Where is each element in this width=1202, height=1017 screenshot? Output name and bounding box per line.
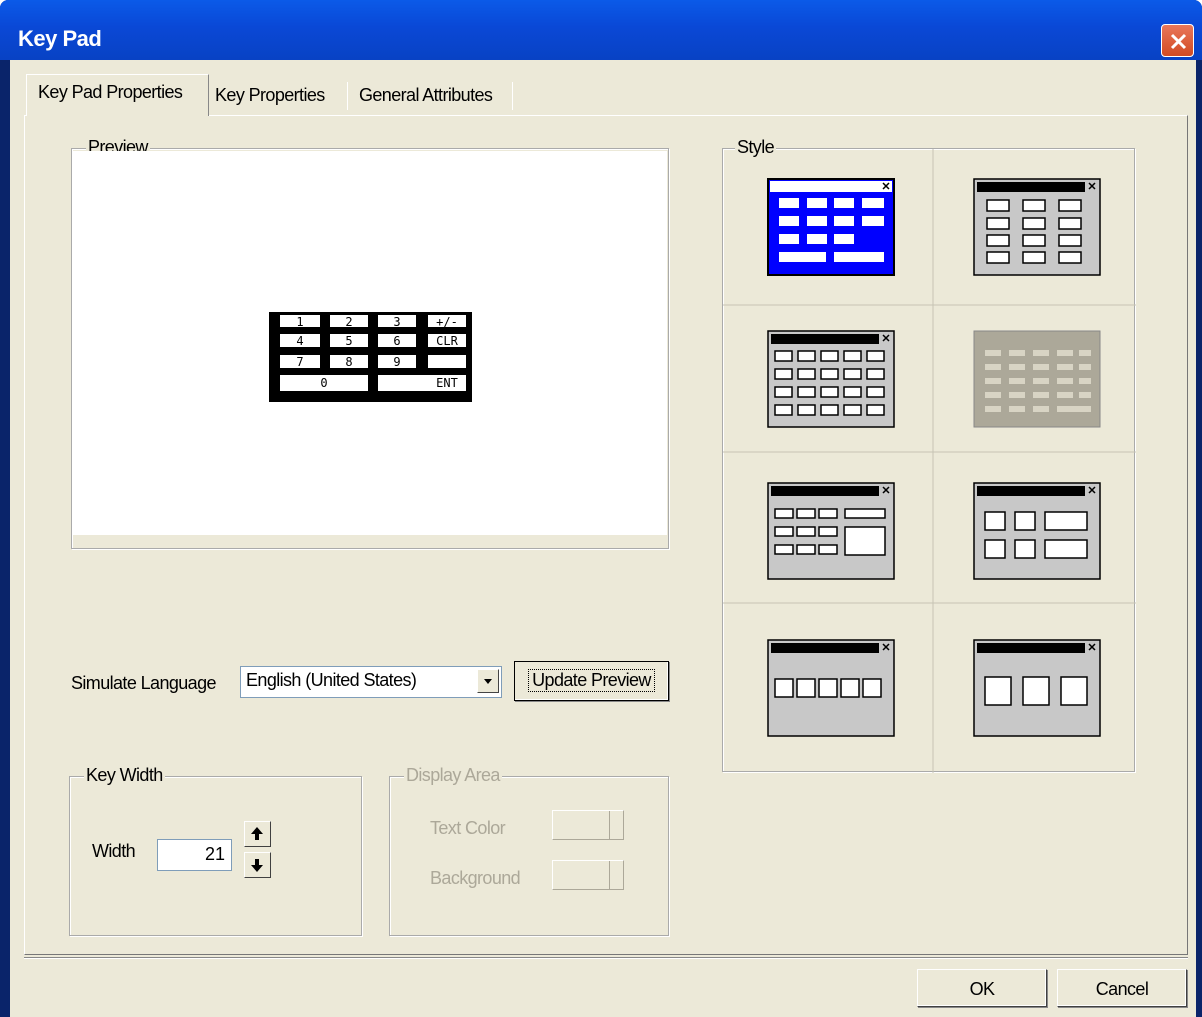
preview-key-2: 2: [345, 315, 352, 329]
tab-panel: Preview 1 2 3 +/- 4 5 6 CLR 7 8 9 0 ENT …: [24, 115, 1188, 955]
preview-key-8: 8: [345, 355, 352, 369]
close-button[interactable]: [1161, 24, 1194, 57]
key-width-legend: Key Width: [84, 765, 165, 786]
window-title: Key Pad: [18, 26, 102, 51]
key-width-group: Key Width Width 21: [69, 765, 362, 936]
cancel-button[interactable]: Cancel: [1057, 969, 1187, 1007]
width-label: Width: [92, 841, 136, 861]
width-input[interactable]: 21: [157, 839, 232, 871]
style-2-thumbnail-icon: [973, 178, 1101, 276]
update-preview-button[interactable]: Update Preview: [514, 661, 669, 701]
style-group: Style: [722, 137, 1136, 773]
update-preview-label: Update Preview: [528, 669, 655, 692]
arrow-down-icon: [251, 859, 263, 872]
preview-key-0: 0: [320, 376, 327, 390]
preview-key-4: 4: [296, 334, 303, 348]
tab-divider: [512, 82, 513, 110]
dropdown-button[interactable]: [477, 669, 499, 693]
style-8-thumbnail-icon: [973, 639, 1101, 737]
tab-divider: [347, 82, 348, 110]
style-6-thumbnail-icon: [973, 482, 1101, 580]
preview-key-5: 5: [345, 334, 352, 348]
dropdown-button: [609, 811, 623, 839]
keypad-dialog: Key Pad Key Pad Properties Key Propertie…: [0, 0, 1202, 1017]
preview-key-6: 6: [393, 334, 400, 348]
style-option-7[interactable]: [767, 639, 895, 742]
simulate-language-value: English (United States): [246, 670, 417, 690]
style-5-thumbnail-icon: [767, 482, 895, 580]
preview-key-plus-minus: +/-: [436, 315, 458, 329]
style-option-8[interactable]: [973, 639, 1101, 742]
style-option-3[interactable]: [767, 330, 895, 433]
width-decrement-button[interactable]: [244, 852, 271, 878]
tab-key-pad-properties[interactable]: Key Pad Properties: [26, 74, 209, 116]
text-color-picker[interactable]: [552, 810, 624, 840]
width-increment-button[interactable]: [244, 821, 271, 847]
style-option-2[interactable]: [973, 178, 1101, 281]
preview-key-3: 3: [393, 315, 400, 329]
style-option-4[interactable]: [973, 330, 1101, 433]
footer-divider: [24, 957, 1188, 959]
text-color-label: Text Color: [430, 818, 506, 838]
style-4-thumbnail-icon: [973, 330, 1101, 428]
style-option-6[interactable]: [973, 482, 1101, 585]
style-option-1[interactable]: [767, 178, 895, 281]
close-icon: [1170, 33, 1187, 50]
preview-key-1: 1: [296, 315, 303, 329]
title-bar: Key Pad: [0, 0, 1202, 60]
display-area-legend: Display Area: [404, 765, 502, 786]
keypad-preview: 1 2 3 +/- 4 5 6 CLR 7 8 9 0 ENT: [269, 312, 472, 402]
preview-key-ent: ENT: [436, 376, 458, 390]
tab-general-attributes[interactable]: General Attributes: [359, 78, 493, 114]
style-3-thumbnail-icon: [767, 330, 895, 428]
preview-key-9: 9: [393, 355, 400, 369]
background-color-picker[interactable]: [552, 860, 624, 890]
chevron-down-icon: [484, 679, 492, 684]
preview-canvas: 1 2 3 +/- 4 5 6 CLR 7 8 9 0 ENT: [73, 151, 667, 535]
tab-label: General Attributes: [359, 85, 493, 105]
style-option-5[interactable]: [767, 482, 895, 585]
preview-key-7: 7: [296, 355, 303, 369]
arrow-up-icon: [251, 827, 263, 840]
display-area-group: Display Area Text Color Background: [389, 765, 669, 936]
background-label: Background: [430, 868, 521, 888]
dropdown-button: [609, 861, 623, 889]
tab-label: Key Pad Properties: [38, 82, 183, 102]
style-1-thumbnail-icon: [767, 178, 895, 276]
simulate-language-select[interactable]: English (United States): [240, 666, 502, 698]
tab-key-properties[interactable]: Key Properties: [215, 78, 325, 114]
simulate-language-label: Simulate Language: [71, 673, 217, 693]
tab-label: Key Properties: [215, 85, 325, 105]
style-7-thumbnail-icon: [767, 639, 895, 737]
dialog-client: Key Pad Properties Key Properties Genera…: [10, 60, 1196, 1017]
preview-key-clr: CLR: [436, 334, 458, 348]
ok-button[interactable]: OK: [917, 969, 1047, 1007]
